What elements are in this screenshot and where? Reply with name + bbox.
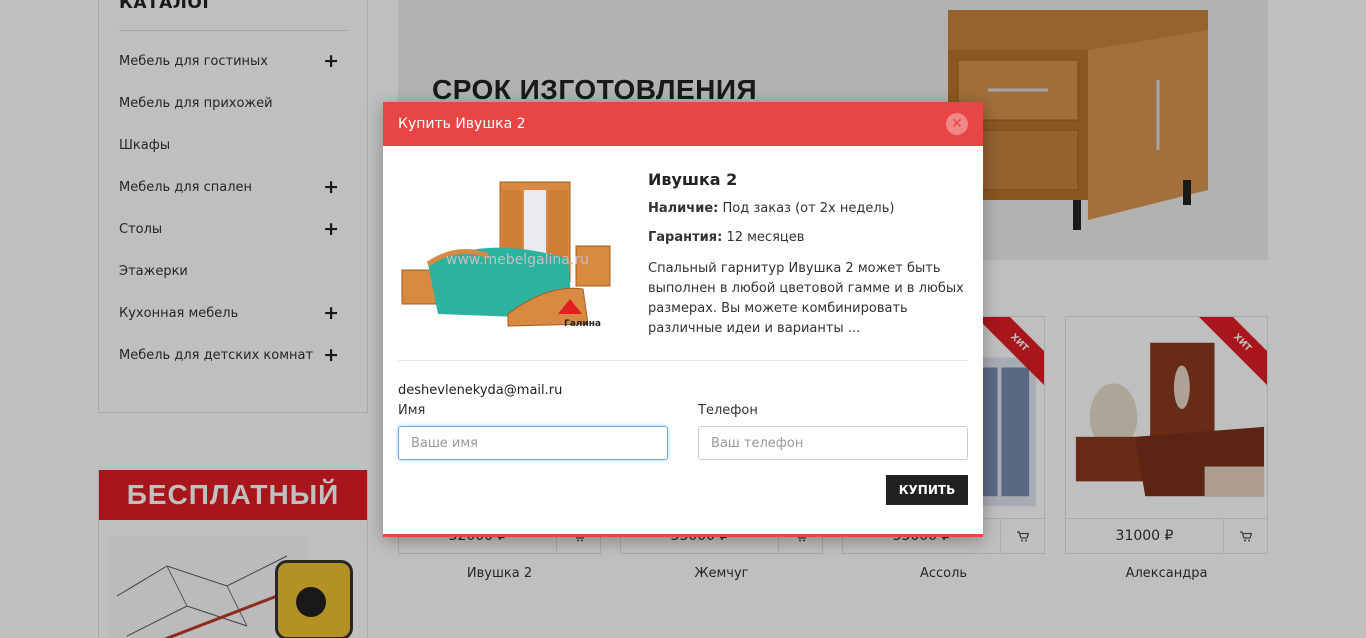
image-logo: Галина (564, 319, 601, 329)
availability-line: Наличие: Под заказ (от 2х недель) (648, 201, 968, 216)
modal-title: Купить Ивушка 2 (398, 116, 526, 132)
image-watermark: www.mebelgalina.ru (446, 252, 589, 268)
divider (398, 360, 968, 361)
modal-header: Купить Ивушка 2 ✕ (383, 102, 983, 146)
product-info: Ивушка 2 Наличие: Под заказ (от 2х недел… (648, 170, 968, 339)
availability-label: Наличие: (648, 201, 719, 216)
phone-label: Телефон (698, 403, 758, 418)
product-photo: www.mebelgalina.ru Галина (401, 181, 611, 329)
phone-input[interactable] (698, 426, 968, 460)
warranty-label: Гарантия: (648, 230, 723, 245)
buy-modal: Купить Ивушка 2 ✕ www.mebelgalina.ru Гал… (383, 102, 983, 537)
name-input[interactable] (398, 426, 668, 460)
product-description: Спальный гарнитур Ивушка 2 может быть вы… (648, 261, 964, 336)
availability-value: Под заказ (от 2х недель) (722, 201, 895, 216)
buy-button[interactable]: КУПИТЬ (886, 475, 968, 505)
name-label: Имя (398, 403, 426, 418)
product-title: Ивушка 2 (648, 170, 738, 189)
contact-email: deshevlenekyda@mail.ru (398, 383, 563, 398)
warranty-line: Гарантия: 12 месяцев (648, 230, 968, 245)
close-icon[interactable]: ✕ (946, 113, 968, 135)
warranty-value: 12 месяцев (726, 230, 805, 245)
